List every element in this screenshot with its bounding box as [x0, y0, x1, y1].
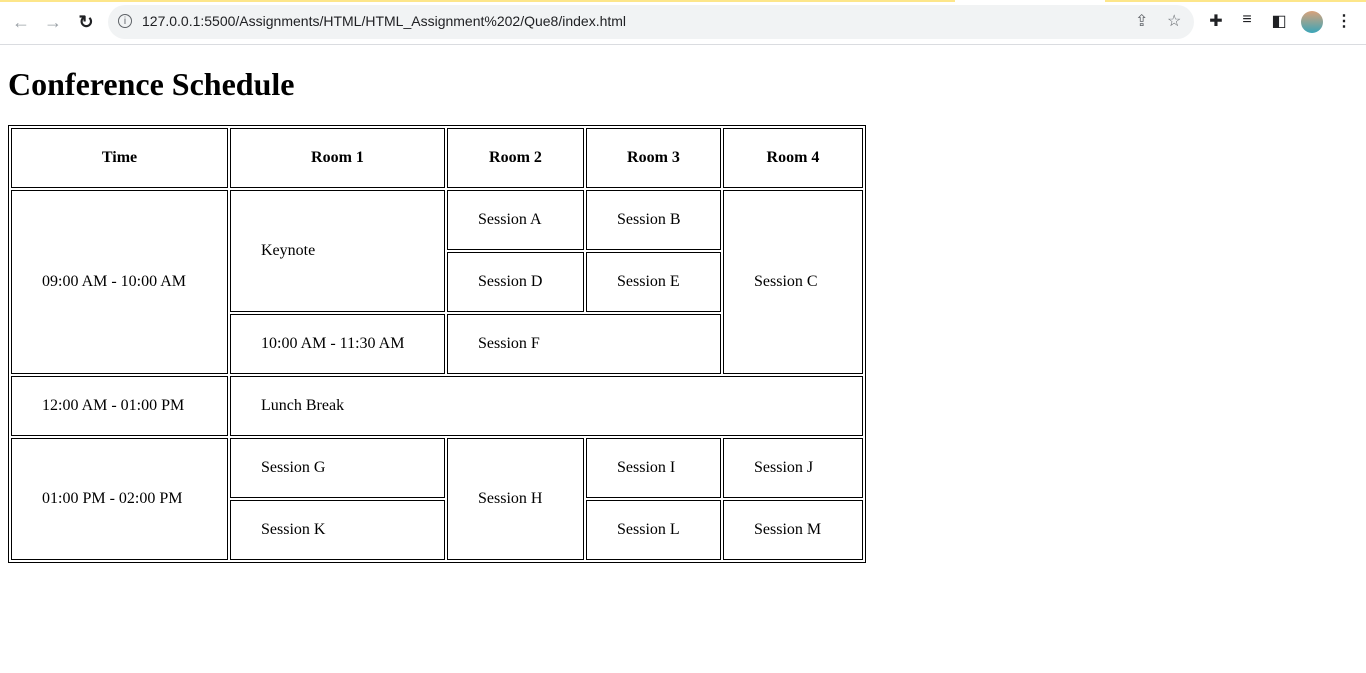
- time-cell: 09:00 AM - 10:00 AM: [11, 190, 228, 374]
- address-bar[interactable]: i 127.0.0.1:5500/Assignments/HTML/HTML_A…: [108, 5, 1194, 39]
- table-row: 01:00 PM - 02:00 PM Session G Session H …: [11, 438, 863, 560]
- time-cell: 01:00 PM - 02:00 PM: [11, 438, 228, 560]
- header-time: Time: [11, 128, 228, 188]
- header-row: Time Room 1 Room 2 Room 3 Room 4: [11, 128, 863, 188]
- header-room-1: Room 1: [230, 128, 445, 188]
- menu-icon[interactable]: ⋮: [1333, 11, 1355, 31]
- session-cell: Keynote: [230, 190, 445, 312]
- page-content: Conference Schedule Time Room 1 Room 2 R…: [0, 66, 1366, 563]
- schedule-table: Time Room 1 Room 2 Room 3 Room 4 09:00 A…: [8, 125, 866, 563]
- session-cell: Session H: [447, 438, 584, 560]
- star-icon[interactable]: ☆: [1167, 11, 1181, 31]
- session-cell: Session E: [586, 252, 721, 312]
- header-room-2: Room 2: [447, 128, 584, 188]
- info-icon[interactable]: i: [118, 14, 132, 28]
- back-icon[interactable]: ←: [9, 10, 33, 34]
- loading-bar: [0, 0, 955, 2]
- session-cell: Session I: [586, 438, 721, 498]
- time-cell: 12:00 AM - 01:00 PM: [11, 376, 228, 436]
- session-cell: Session A: [447, 190, 584, 250]
- table-row: 12:00 AM - 01:00 PM Lunch Break: [11, 376, 863, 436]
- session-cell: Session J: [723, 438, 863, 498]
- time-cell: 10:00 AM - 11:30 AM: [230, 314, 445, 374]
- session-cell: Session K: [230, 500, 445, 560]
- forward-icon[interactable]: →: [41, 10, 65, 34]
- loading-bar: [1105, 0, 1366, 2]
- session-cell: Session C: [723, 190, 863, 374]
- media-icon[interactable]: ≡: [1236, 11, 1258, 29]
- reload-icon[interactable]: ↻: [74, 10, 98, 34]
- browser-toolbar: ← → ↻ i 127.0.0.1:5500/Assignments/HTML/…: [0, 0, 1366, 45]
- session-cell: Session L: [586, 500, 721, 560]
- avatar[interactable]: [1301, 11, 1323, 33]
- share-icon[interactable]: ⇪: [1135, 11, 1148, 31]
- page-title: Conference Schedule: [8, 66, 295, 102]
- session-cell: Session D: [447, 252, 584, 312]
- session-cell: Lunch Break: [230, 376, 863, 436]
- url-text[interactable]: 127.0.0.1:5500/Assignments/HTML/HTML_Ass…: [142, 13, 626, 29]
- header-room-4: Room 4: [723, 128, 863, 188]
- table-row: 09:00 AM - 10:00 AM Keynote Session A Se…: [11, 190, 863, 374]
- side-panel-icon[interactable]: ◧: [1268, 11, 1290, 31]
- session-cell: Session F: [447, 314, 721, 374]
- header-room-3: Room 3: [586, 128, 721, 188]
- extensions-icon[interactable]: ✚: [1205, 11, 1227, 31]
- session-cell: Session B: [586, 190, 721, 250]
- session-cell: Session G: [230, 438, 445, 498]
- session-cell: Session M: [723, 500, 863, 560]
